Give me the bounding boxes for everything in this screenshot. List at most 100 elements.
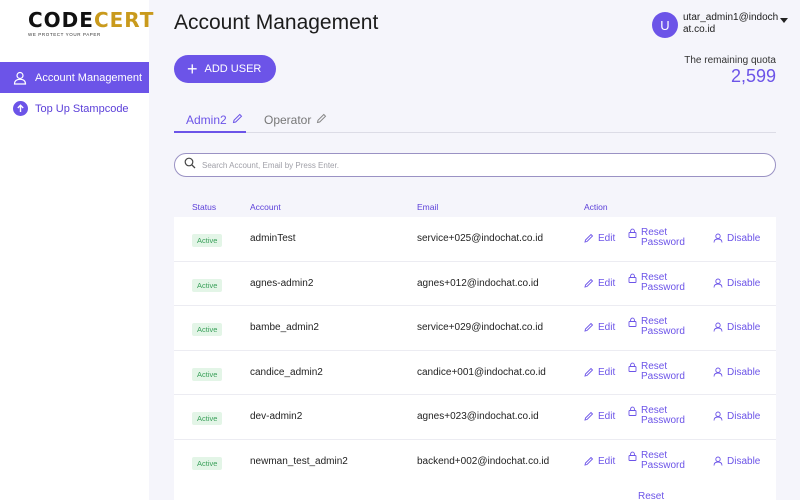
column-header-email: Email	[417, 202, 439, 212]
edit-label: Edit	[598, 411, 616, 423]
pencil-icon	[584, 322, 598, 335]
disable-action[interactable]: Disable	[713, 322, 760, 335]
table-row-partial: Reset	[174, 484, 776, 500]
email-cell: candice+001@indochat.co.id	[417, 366, 546, 378]
edit-action[interactable]: Edit	[584, 233, 615, 246]
disable-label: Disable	[727, 366, 761, 378]
user-icon	[713, 322, 727, 335]
account-table: Active adminTest service+025@indochat.co.i…	[174, 217, 776, 485]
pencil-icon[interactable]	[232, 113, 243, 127]
status-badge: Active	[192, 412, 223, 426]
pencil-icon	[584, 456, 598, 469]
table-row: Active newman_test_admin2 backend+002@indo…	[174, 439, 776, 485]
user-menu[interactable]: U utar_admin1@indochat.co.id	[652, 12, 788, 38]
disable-action[interactable]: Disable	[713, 233, 760, 246]
avatar: U	[652, 12, 678, 38]
user-icon	[12, 70, 28, 86]
reset-password-label: Reset Password	[641, 405, 685, 427]
table-row: Active dev-admin2 agnes+023@indochat.co.id…	[174, 395, 776, 440]
column-header-account: Account	[250, 202, 281, 212]
codecert-logo: CODECERT WE PROTECT YOUR PAPER	[28, 8, 155, 37]
table-header: Status Account Email Action	[174, 198, 776, 216]
edit-label: Edit	[598, 277, 616, 289]
reset-password-action-partial[interactable]: Reset	[638, 492, 664, 500]
user-icon	[713, 411, 727, 424]
add-user-button[interactable]: + ADD USER	[174, 55, 276, 83]
lock-icon	[628, 362, 641, 375]
disable-label: Disable	[727, 322, 761, 334]
pencil-icon	[584, 233, 598, 246]
lock-icon	[628, 273, 641, 286]
reset-password-label: Reset Password	[641, 227, 685, 248]
reset-password-action[interactable]: Reset Password	[628, 449, 685, 471]
edit-action[interactable]: Edit	[584, 411, 615, 424]
account-cell: dev-admin2	[250, 411, 303, 423]
edit-label: Edit	[598, 366, 616, 378]
email-cell: service+025@indochat.co.id	[417, 233, 544, 244]
status-badge: Active	[192, 367, 223, 381]
table-row: Active bambe_admin2 service+029@indochat.c…	[174, 306, 776, 351]
pencil-icon	[584, 411, 598, 424]
user-icon	[713, 367, 727, 380]
edit-action[interactable]: Edit	[584, 322, 615, 335]
reset-password-action[interactable]: Reset Password	[628, 317, 685, 337]
search-bar	[174, 153, 776, 177]
account-cell: newman_test_admin2	[250, 455, 348, 467]
status-badge: Active	[192, 456, 223, 470]
lock-icon	[628, 317, 641, 330]
edit-label: Edit	[598, 233, 616, 244]
disable-label: Disable	[727, 277, 761, 289]
tab-operator[interactable]: Operator	[264, 108, 327, 133]
reset-password-label: Reset Password	[641, 360, 685, 382]
lock-icon	[628, 228, 641, 241]
email-cell: agnes+012@indochat.co.id	[417, 277, 539, 289]
account-cell: agnes-admin2	[250, 277, 314, 289]
lock-icon	[628, 406, 641, 419]
edit-action[interactable]: Edit	[584, 367, 615, 380]
search-input[interactable]	[202, 160, 742, 170]
edit-action[interactable]: Edit	[584, 456, 615, 469]
reset-password-action[interactable]: Reset Password	[628, 228, 685, 248]
column-header-status: Status	[192, 202, 217, 212]
edit-action[interactable]: Edit	[584, 278, 615, 291]
table-row: Active agnes-admin2 agnes+012@indochat.co.…	[174, 261, 776, 307]
status-badge: Active	[192, 278, 223, 292]
disable-action[interactable]: Disable	[713, 278, 760, 291]
status-badge: Active	[192, 234, 223, 247]
disable-action[interactable]: Disable	[713, 456, 760, 469]
quota-value: 2,599	[730, 66, 776, 86]
table-row: Active candice_admin2 candice+001@indochat…	[174, 350, 776, 396]
disable-label: Disable	[727, 233, 761, 244]
arrow-up-circle-icon	[12, 101, 28, 117]
account-cell: candice_admin2	[250, 366, 323, 378]
disable-action[interactable]: Disable	[713, 367, 760, 380]
reset-password-label: Reset Password	[641, 316, 685, 338]
disable-action[interactable]: Disable	[713, 411, 760, 424]
email-cell: backend+002@indochat.co.id	[417, 455, 550, 467]
table-row: Active adminTest service+025@indochat.co.i…	[174, 217, 776, 262]
caret-down-icon[interactable]	[780, 18, 788, 23]
sidebar-item-account-management[interactable]: Account Management	[0, 62, 149, 93]
email-cell: agnes+023@indochat.co.id	[417, 411, 539, 423]
edit-label: Edit	[598, 322, 616, 334]
quota-label: The remaining quota	[684, 55, 776, 66]
user-icon	[713, 456, 727, 469]
tab-admin2[interactable]: Admin2	[174, 108, 246, 133]
email-cell: service+029@indochat.co.id	[417, 322, 544, 334]
reset-password-action[interactable]: Reset Password	[628, 406, 685, 426]
account-cell: adminTest	[250, 233, 296, 244]
status-badge: Active	[192, 323, 223, 337]
sidebar-item-top-up-stampcode[interactable]: Top Up Stampcode	[0, 93, 149, 124]
reset-password-label: Reset Password	[641, 449, 685, 471]
reset-password-action[interactable]: Reset Password	[628, 360, 685, 382]
user-email: utar_admin1@indochat.co.id	[683, 12, 779, 35]
page-title: Account Management	[174, 11, 379, 34]
logo-tagline: WE PROTECT YOUR PAPER	[28, 32, 101, 37]
pencil-icon[interactable]	[316, 113, 327, 127]
sidebar-item-label: Top Up Stampcode	[35, 102, 129, 115]
lock-icon	[628, 451, 641, 464]
disable-label: Disable	[727, 455, 761, 467]
user-icon	[713, 278, 727, 291]
pencil-icon	[584, 278, 598, 291]
reset-password-action[interactable]: Reset Password	[628, 272, 685, 293]
